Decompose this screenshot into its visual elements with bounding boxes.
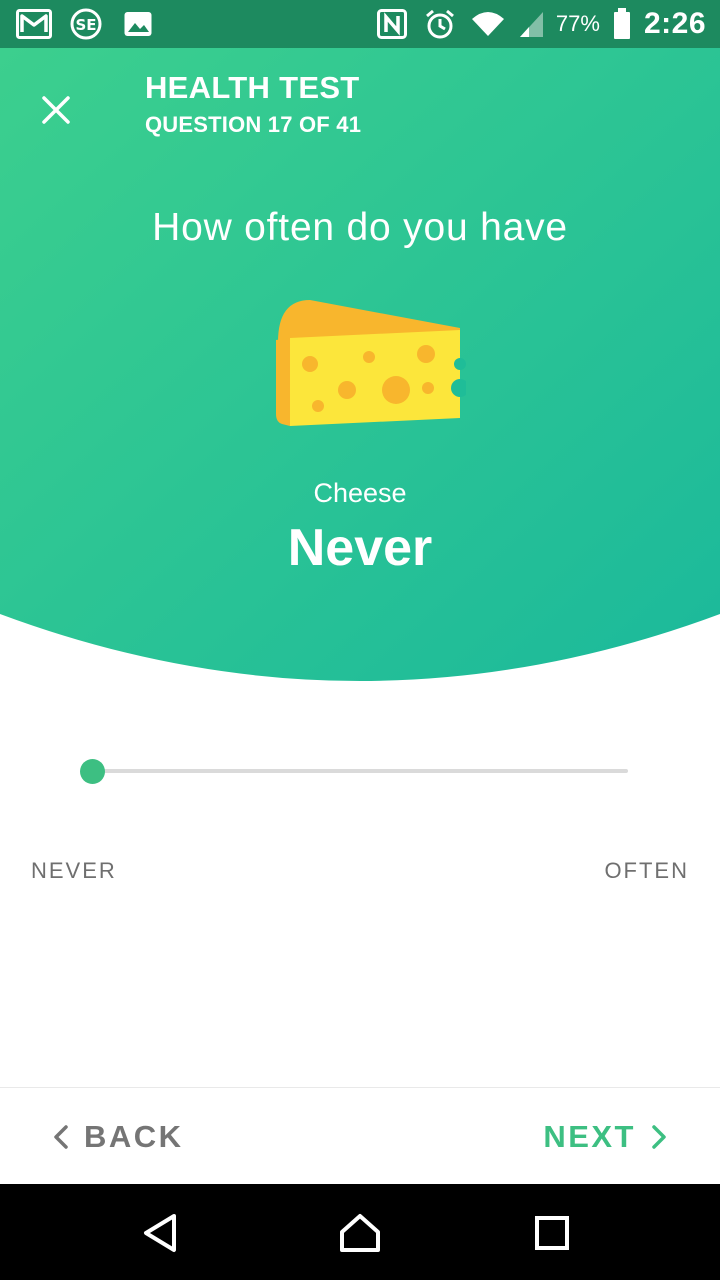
- scale-max-label: OFTEN: [604, 858, 689, 883]
- battery-percentage: 77%: [555, 11, 600, 36]
- question-header: HEALTH TEST QUESTION 17 OF 41 How often …: [0, 48, 720, 688]
- wifi-icon: [470, 8, 506, 40]
- battery-icon: [612, 8, 632, 40]
- food-item-name: Cheese: [313, 478, 407, 508]
- alarm-icon: [422, 8, 458, 40]
- image-icon: [120, 8, 156, 40]
- frequency-slider[interactable]: [78, 754, 634, 788]
- question-progress: QUESTION 17 OF 41: [145, 112, 362, 137]
- status-bar: SE 77% 2:26: [0, 0, 720, 48]
- recents-square-icon: [535, 1216, 569, 1250]
- clock: 2:26: [643, 7, 706, 40]
- selected-answer: Never: [287, 519, 433, 577]
- stack-exchange-icon: SE: [68, 8, 104, 40]
- svg-text:SE: SE: [75, 16, 96, 34]
- system-back-button[interactable]: [135, 1208, 185, 1258]
- next-button[interactable]: NEXT: [543, 1110, 668, 1164]
- slider-track[interactable]: [92, 769, 628, 773]
- close-button[interactable]: [30, 84, 82, 136]
- question-prompt: How often do you have: [152, 206, 568, 249]
- system-nav-bar: [0, 1184, 720, 1280]
- system-home-button[interactable]: [335, 1208, 385, 1258]
- system-recents-button[interactable]: [527, 1208, 577, 1258]
- nfc-icon: [374, 8, 410, 40]
- gmail-icon: [16, 8, 52, 40]
- scale-min-label: NEVER: [31, 858, 117, 883]
- home-icon: [340, 1214, 380, 1252]
- close-icon: [42, 96, 70, 124]
- cheese-icon: [276, 300, 466, 426]
- next-label: NEXT: [543, 1119, 636, 1154]
- chevron-left-icon: [54, 1125, 68, 1149]
- chevron-right-icon: [652, 1125, 666, 1149]
- back-label: BACK: [84, 1119, 184, 1154]
- slider-thumb[interactable]: [79, 759, 105, 784]
- back-button[interactable]: BACK: [52, 1110, 184, 1164]
- back-triangle-icon: [144, 1214, 176, 1252]
- page-title: HEALTH TEST: [145, 70, 360, 105]
- signal-icon: [518, 8, 544, 40]
- footer-divider: [0, 1087, 720, 1088]
